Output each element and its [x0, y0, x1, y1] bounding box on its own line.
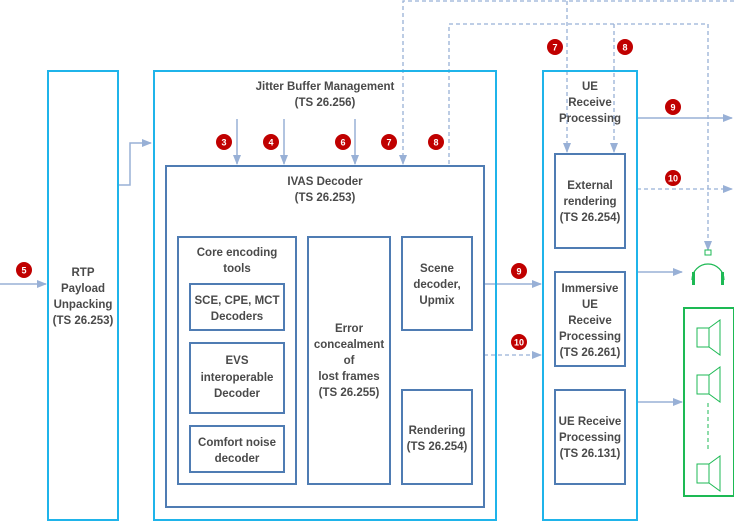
- headphones-icon: [691, 249, 725, 285]
- svg-text:rendering: rendering: [563, 196, 616, 208]
- step-badge-label: 7: [552, 43, 557, 53]
- ue-receive-26131-block: UE Receive Processing (TS 26.131): [554, 389, 626, 485]
- step-badge-label: 8: [433, 138, 438, 148]
- svg-text:UE: UE: [582, 299, 598, 311]
- svg-text:Core encoding: Core encoding: [197, 247, 278, 259]
- speaker-icon: [696, 319, 721, 356]
- rendering-block: Rendering (TS 26.254): [401, 389, 473, 485]
- speaker-icon: [696, 455, 721, 492]
- svg-text:SCE, CPE, MCT: SCE, CPE, MCT: [195, 295, 280, 307]
- svg-text:(TS 26.256): (TS 26.256): [295, 97, 356, 109]
- immersive-ue-block: Immersive UE Receive Processing (TS 26.2…: [554, 271, 626, 367]
- svg-text:tools: tools: [223, 263, 250, 275]
- step-badge-label: 9: [516, 267, 521, 277]
- svg-text:(TS 26.254): (TS 26.254): [407, 441, 468, 453]
- step-badge-label: 8: [622, 43, 627, 53]
- step-badge-label: 3: [221, 138, 226, 148]
- svg-text:Unpacking: Unpacking: [54, 299, 113, 311]
- svg-text:Upmix: Upmix: [419, 295, 455, 307]
- svg-text:Jitter Buffer Management: Jitter Buffer Management: [256, 81, 395, 93]
- svg-text:of: of: [344, 355, 355, 367]
- svg-text:Decoders: Decoders: [211, 311, 263, 323]
- svg-text:Payload: Payload: [61, 283, 105, 295]
- svg-text:(TS 26.255): (TS 26.255): [319, 387, 380, 399]
- svg-text:Processing: Processing: [559, 432, 621, 444]
- external-rendering-block: External rendering (TS 26.254): [554, 153, 626, 249]
- evs-block: EVS interoperable Decoder: [189, 342, 285, 414]
- svg-text:External: External: [567, 180, 612, 192]
- speaker-icon: [696, 366, 721, 403]
- step-badge-label: 4: [268, 138, 273, 148]
- sce-cpe-mct-block: SCE, CPE, MCT Decoders: [189, 283, 285, 331]
- svg-text:(TS 26.253): (TS 26.253): [295, 192, 356, 204]
- svg-text:(TS 26.253): (TS 26.253): [53, 315, 114, 327]
- svg-text:IVAS Decoder: IVAS Decoder: [287, 176, 363, 188]
- svg-text:Error: Error: [335, 323, 364, 335]
- ivas-receiver-diagram: RTP Payload Unpacking (TS 26.253) Jitter…: [0, 0, 734, 521]
- svg-text:UE Receive: UE Receive: [559, 416, 622, 428]
- speaker-array: [683, 307, 734, 497]
- svg-text:decoder: decoder: [215, 453, 260, 465]
- svg-text:Processing: Processing: [559, 331, 621, 343]
- scene-decoder-block: Scene decoder, Upmix: [401, 236, 473, 331]
- svg-text:Receive: Receive: [568, 97, 611, 109]
- svg-text:Decoder: Decoder: [214, 388, 261, 400]
- svg-text:UE: UE: [582, 81, 598, 93]
- svg-text:Scene: Scene: [420, 263, 454, 275]
- svg-text:Rendering: Rendering: [409, 425, 466, 437]
- svg-text:EVS: EVS: [225, 355, 248, 367]
- step-badge-label: 5: [21, 266, 26, 276]
- svg-text:(TS 26.261): (TS 26.261): [560, 347, 621, 359]
- step-badge-label: 6: [340, 138, 345, 148]
- step-badge-label: 10: [668, 174, 678, 184]
- svg-text:RTP: RTP: [72, 267, 95, 279]
- comfort-noise-block: Comfort noise decoder: [189, 425, 285, 473]
- svg-text:(TS 26.254): (TS 26.254): [560, 212, 621, 224]
- step-badge-label: 10: [514, 338, 524, 348]
- svg-text:(TS 26.131): (TS 26.131): [560, 448, 621, 460]
- step-badge-label: 7: [386, 138, 391, 148]
- svg-text:Comfort noise: Comfort noise: [198, 437, 276, 449]
- svg-text:Processing: Processing: [559, 113, 621, 125]
- svg-text:interoperable: interoperable: [201, 372, 274, 384]
- svg-text:Receive: Receive: [568, 315, 611, 327]
- step-badge-label: 9: [670, 103, 675, 113]
- svg-text:decoder,: decoder,: [413, 279, 460, 291]
- error-concealment-block: Error concealment of lost frames (TS 26.…: [307, 236, 391, 485]
- rtp-block: RTP Payload Unpacking (TS 26.253): [47, 70, 119, 521]
- svg-text:Immersive: Immersive: [562, 283, 619, 295]
- svg-text:concealment: concealment: [314, 339, 384, 351]
- svg-text:lost frames: lost frames: [318, 371, 379, 383]
